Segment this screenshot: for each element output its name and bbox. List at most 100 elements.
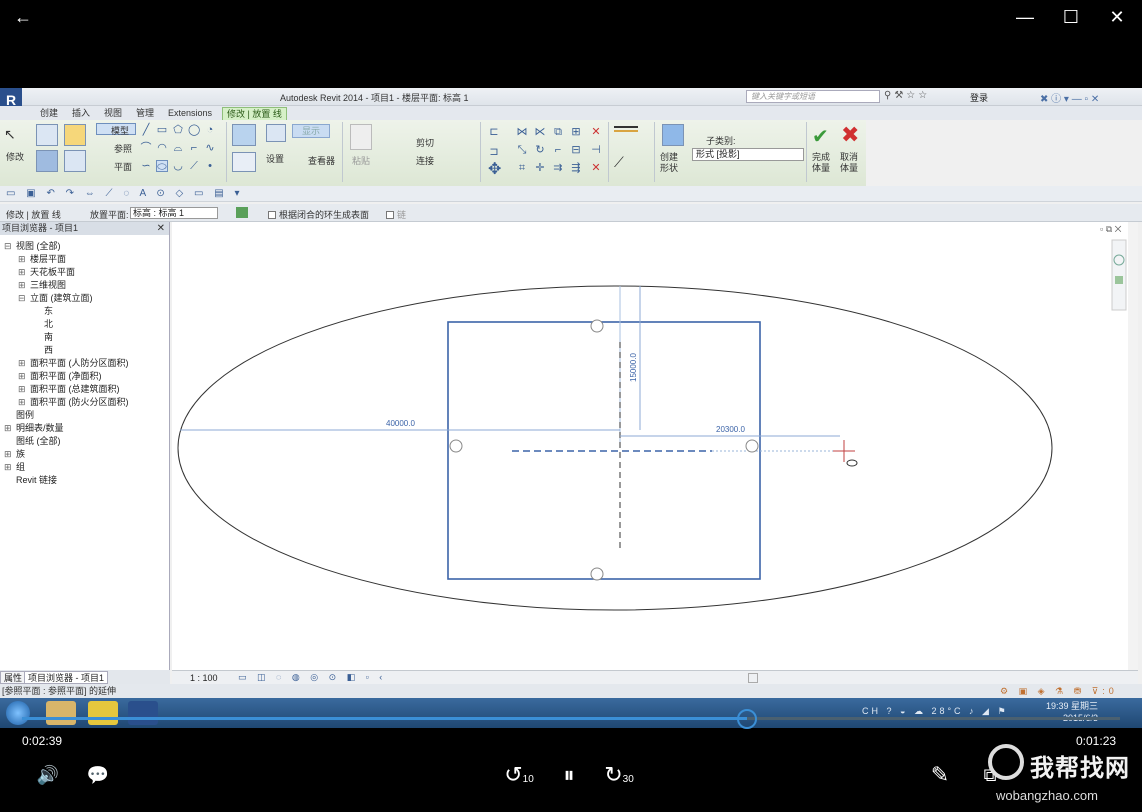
tree-toggle-icon[interactable]: ⊞ — [18, 253, 30, 265]
browser-tree-item[interactable]: ⊞ 族 — [4, 448, 25, 460]
tree-toggle-icon[interactable]: ⊞ — [18, 396, 30, 408]
view-scale[interactable]: 1 : 100 — [190, 673, 218, 683]
tree-toggle-icon[interactable]: ⊞ — [18, 266, 30, 278]
cancel-mass-button[interactable]: 取消 体量 — [840, 152, 858, 174]
cancel-x-icon[interactable]: ✖ — [841, 122, 859, 148]
volume-icon[interactable]: 🔊 — [34, 760, 62, 790]
tree-toggle-icon[interactable]: ⊟ — [18, 292, 30, 304]
workplane-icon[interactable] — [232, 124, 256, 146]
browser-tree-item[interactable]: ⊞ 天花板平面 — [18, 266, 75, 278]
taskbar-clock[interactable]: 19:39 星期三 2015/6/3 — [1046, 700, 1098, 724]
windows-start-icon[interactable] — [6, 701, 30, 725]
scale-icon[interactable]: ⤡ — [516, 144, 528, 156]
copy-icon[interactable]: ⧉ — [552, 126, 564, 138]
paste-button[interactable]: 粘贴 — [352, 154, 370, 167]
tree-toggle-icon[interactable]: ⊞ — [18, 383, 30, 395]
element-icon[interactable] — [36, 124, 58, 146]
ungroup-icon[interactable]: ⇶ — [570, 162, 582, 174]
browser-tree-item[interactable]: ⊟ 视图 (全部) — [4, 240, 61, 252]
browser-tree-item[interactable]: 南 — [32, 331, 53, 343]
modify-button[interactable]: 修改 — [6, 150, 24, 163]
partial-ellipse-icon[interactable]: ◡ — [172, 160, 184, 172]
properties-icon[interactable] — [64, 124, 86, 146]
dimension-vertical-label[interactable]: 15000.0 — [629, 353, 638, 382]
tree-toggle-icon[interactable]: ⊞ — [4, 448, 16, 460]
subtitles-icon[interactable]: 💬 — [84, 760, 112, 790]
delete-element-icon[interactable]: ✕ — [590, 126, 602, 138]
maximize-icon[interactable]: ☐ — [1060, 6, 1082, 28]
toolbar-icons[interactable]: ⚲⚒☆☆ — [884, 90, 930, 101]
draw-reference-button[interactable]: 参照 — [100, 142, 132, 155]
horizontal-scrollbar-thumb[interactable] — [748, 673, 758, 683]
point-tool-icon[interactable]: • — [204, 160, 216, 172]
show-workplane-button[interactable]: 显示 — [292, 124, 330, 138]
delete-icon[interactable]: ✕ — [590, 162, 602, 174]
back-arrow-icon[interactable]: ← — [12, 6, 34, 28]
join-button[interactable]: 连接 — [402, 154, 434, 167]
grip-left[interactable] — [449, 439, 463, 453]
tab-properties[interactable]: 属性 — [0, 671, 27, 684]
browser-tree-item[interactable]: 图例 — [4, 409, 34, 421]
workplane-viewer-icon[interactable] — [232, 152, 256, 172]
chain-checkbox[interactable] — [386, 211, 394, 219]
tab-project-browser[interactable]: 项目浏览器 - 项目1 — [24, 671, 109, 684]
tab-create[interactable]: 创建 — [36, 107, 62, 120]
vertical-scrollbar[interactable] — [1128, 222, 1138, 670]
create-form-icon[interactable] — [662, 124, 684, 146]
spline-tool-icon[interactable]: ∽ — [140, 160, 152, 172]
revit-taskbar-icon[interactable] — [128, 701, 158, 725]
arc-center-icon[interactable]: ◠ — [156, 142, 168, 154]
closed-loop-option[interactable]: 根据闭合的环生成表面 — [268, 208, 369, 221]
dimension-icon[interactable]: ⟋ — [614, 154, 624, 171]
finish-mass-button[interactable]: 完成 体量 — [812, 152, 830, 174]
arc-start-icon[interactable]: ⌒ — [140, 142, 152, 154]
chain-option[interactable]: 链 — [386, 208, 406, 221]
align-icon[interactable]: ⊏ — [488, 126, 500, 138]
offset-icon[interactable]: ⊐ — [488, 146, 500, 158]
help-icon[interactable]: ✖ ⓘ ▾ — ▫ ✕ — [1040, 90, 1099, 105]
pin-icon[interactable]: ⊣ — [590, 144, 602, 156]
paste-icon[interactable] — [350, 124, 372, 150]
group-icon[interactable]: ⇉ — [552, 162, 564, 174]
tree-toggle-icon[interactable]: ⊞ — [18, 370, 30, 382]
grip-right[interactable] — [745, 439, 759, 453]
browser-tree-item[interactable]: Revit 链接 — [4, 474, 57, 486]
tree-toggle-icon[interactable]: ⊞ — [18, 357, 30, 369]
zoom-icon[interactable] — [1115, 276, 1123, 284]
browser-tree-item[interactable]: 东 — [32, 305, 53, 317]
pick-lines-icon[interactable]: ⟋ — [188, 160, 200, 172]
cursor-icon[interactable]: ↖ — [4, 126, 16, 143]
create-form-button[interactable]: 创建 形状 — [660, 152, 678, 174]
ellipse-tool-icon[interactable]: ⬭ — [156, 160, 168, 173]
polygon-tool-icon[interactable]: ⬠ — [172, 124, 184, 136]
drawing-canvas[interactable]: ▫ ⧉ ✕ 40000.0 20300.0 15000.0 — [172, 222, 1138, 670]
viewer-button[interactable]: 查看器 — [294, 154, 335, 167]
family-types-icon[interactable] — [64, 150, 86, 172]
status-filter-icons[interactable]: ⚙ ▣ ◈ ⚗ ⛃ ⊽:0 — [1000, 684, 1118, 698]
measure-icon[interactable] — [614, 126, 638, 132]
tab-extensions[interactable]: Extensions — [164, 107, 216, 120]
spline-icon[interactable]: ∿ — [204, 142, 216, 154]
trim-icon[interactable]: ⌐ — [552, 144, 564, 156]
array-icon[interactable]: ⊞ — [570, 126, 582, 138]
tree-toggle-icon[interactable]: ⊞ — [4, 422, 16, 434]
circle-tool-icon[interactable]: ◯ — [188, 124, 200, 136]
edit-pencil-icon[interactable]: ✎ — [926, 760, 954, 790]
browser-tree-item[interactable]: ⊞ 组 — [4, 461, 25, 473]
draw-plane-button[interactable]: 平面 — [100, 160, 132, 173]
view-window-controls[interactable]: ▫ ⧉ ✕ — [1100, 224, 1122, 234]
minimize-icon[interactable]: — — [1014, 6, 1036, 28]
placement-plane-select[interactable]: 标高 : 标高 1 — [130, 207, 218, 219]
tab-view[interactable]: 视图 — [100, 107, 126, 120]
grip-top[interactable] — [590, 319, 604, 333]
set-workplane-button[interactable]: 设置 — [266, 152, 284, 165]
arc-tool-icon[interactable]: ◔ — [204, 124, 216, 136]
login-link[interactable]: 登录 — [970, 91, 988, 104]
move-icon[interactable]: ✥ — [488, 162, 501, 178]
close-icon[interactable]: ✕ — [1106, 6, 1128, 28]
search-input[interactable]: 键入关键字或短语 — [746, 90, 880, 103]
ellipse-outline[interactable] — [177, 285, 1053, 611]
video-frame[interactable]: Autodesk Revit 2014 - 项目1 - 楼层平面: 标高 1 键… — [0, 88, 1142, 728]
mirror-icon[interactable]: ⋈ — [516, 126, 528, 138]
type-icon[interactable] — [36, 150, 58, 172]
